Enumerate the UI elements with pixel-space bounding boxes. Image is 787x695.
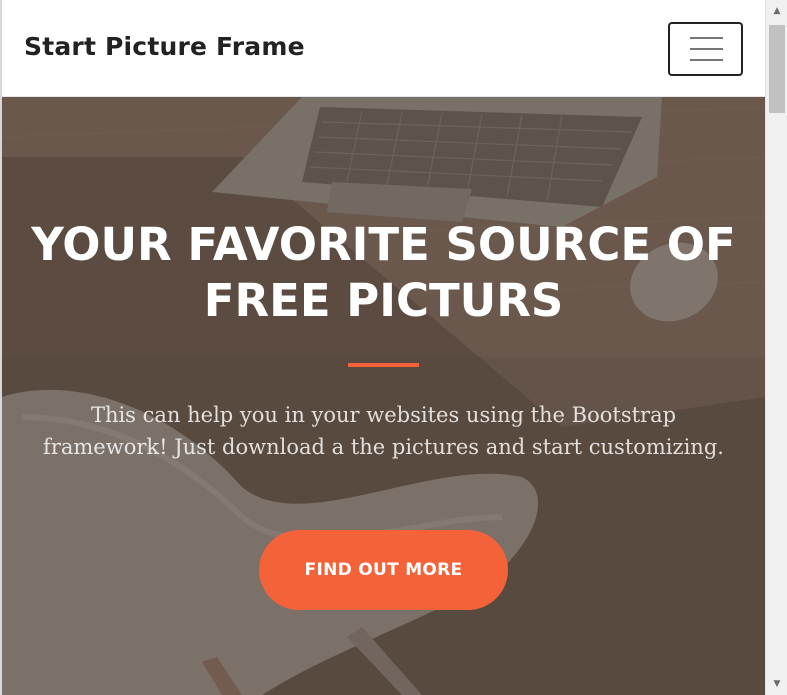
chevron-down-icon[interactable]: ▼ [766, 673, 787, 695]
page-viewport: Start Picture Frame YOUR FAVORITE SOURCE… [2, 0, 765, 695]
masthead: YOUR FAVORITE SOURCE OF FREE PICTURS Thi… [2, 97, 765, 695]
navbar-brand[interactable]: Start Picture Frame [24, 32, 305, 61]
navbar-toggler-button[interactable] [668, 22, 743, 76]
find-out-more-button[interactable]: FIND OUT MORE [259, 530, 508, 610]
vertical-scrollbar[interactable]: ▲ ▼ [765, 0, 787, 695]
scrollbar-thumb[interactable] [769, 25, 785, 113]
masthead-lead-text: This can help you in your websites using… [43, 403, 724, 459]
chevron-up-icon[interactable]: ▲ [766, 0, 787, 22]
heading-divider [348, 363, 419, 367]
masthead-heading: YOUR FAVORITE SOURCE OF FREE PICTURS [31, 218, 736, 327]
navbar: Start Picture Frame [2, 0, 765, 97]
